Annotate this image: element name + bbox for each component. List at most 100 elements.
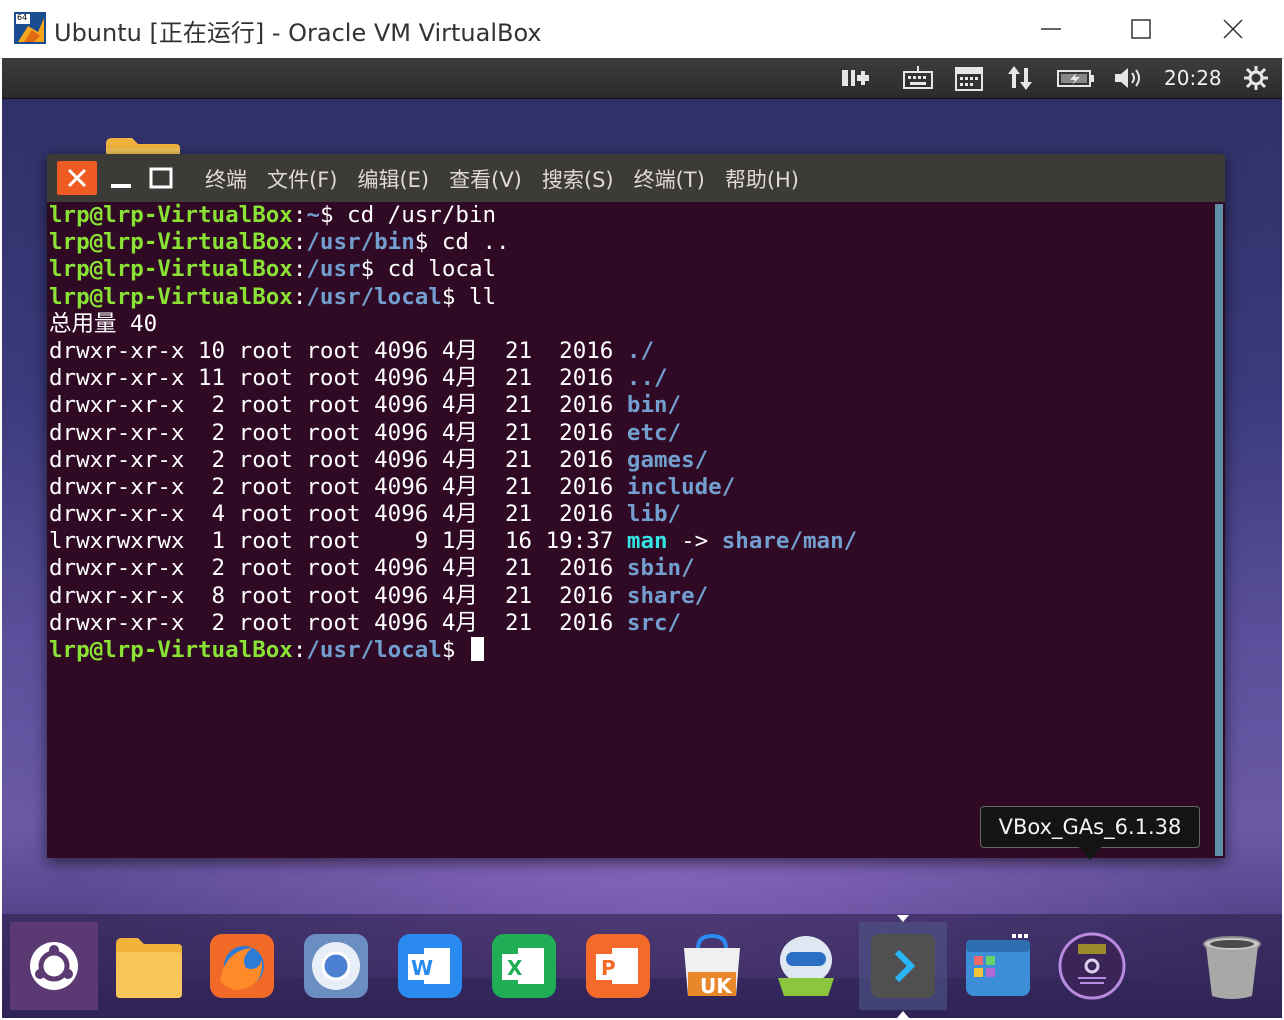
terminal-line: drwxr-xr-x 2 root root 4096 4月 21 2016 i… <box>49 474 1209 501</box>
svg-text:X: X <box>507 956 523 980</box>
terminal-line: drwxr-xr-x 10 root root 4096 4月 21 2016 … <box>49 338 1209 365</box>
prompt-symbol: $ <box>414 229 429 256</box>
dock-tooltip: VBox_GAs_6.1.38 <box>980 806 1200 848</box>
terminal-line: drwxr-xr-x 2 root root 4096 4月 21 2016 s… <box>49 555 1209 582</box>
menu-terminal[interactable]: 终端(T) <box>634 164 705 194</box>
prompt-sep: : <box>292 229 307 256</box>
wps-presentation-icon[interactable]: P <box>574 922 662 1010</box>
terminal-line: lrp@lrp-VirtualBox:/usr$ cd local <box>49 256 1209 283</box>
trash-icon[interactable] <box>1188 922 1276 1010</box>
terminal-scrollbar[interactable] <box>1215 204 1223 856</box>
terminal-window[interactable]: 终端 文件(F) 编辑(E) 查看(V) 搜索(S) 终端(T) 帮助(H) l… <box>47 154 1225 858</box>
terminal-line: lrp@lrp-VirtualBox:/usr/bin$ cd .. <box>49 229 1209 256</box>
prompt-user: lrp@lrp-VirtualBox <box>49 202 293 228</box>
terminal-line: drwxr-xr-x 2 root root 4096 4月 21 2016 b… <box>49 392 1209 419</box>
menu-help[interactable]: 帮助(H) <box>725 164 799 194</box>
ls-meta: drwxr-xr-x 8 root root 4096 4月 21 2016 <box>49 582 627 609</box>
files-folder-icon[interactable] <box>104 922 192 1010</box>
icon-badge: 64 <box>17 13 28 22</box>
terminal-close-button[interactable] <box>57 161 97 195</box>
file-manager-icon[interactable] <box>954 922 1042 1010</box>
minimize-button[interactable] <box>1006 0 1096 58</box>
settings-gear-icon[interactable] <box>1242 64 1270 92</box>
ls-link-arrow: -> <box>667 528 722 555</box>
menu-app-terminal[interactable]: 终端 <box>205 164 247 194</box>
menu-file[interactable]: 文件(F) <box>267 164 337 194</box>
terminal-line: lrwxrwxrwx 1 root root 9 1月 16 19:37 man… <box>49 528 1209 555</box>
ls-dir-name: include/ <box>626 473 736 500</box>
ls-dir-name: share/ <box>626 582 709 609</box>
ls-meta: lrwxrwxrwx 1 root root 9 1月 16 19:37 <box>49 528 627 555</box>
prompt-path: /usr/local <box>306 637 442 663</box>
svg-text:W: W <box>411 956 433 980</box>
host-titlebar: 64 Ubuntu [正在运行] - Oracle VM VirtualBox <box>0 0 1284 59</box>
terminal-line: drwxr-xr-x 11 root root 4096 4月 21 2016 … <box>49 365 1209 392</box>
battery-icon[interactable] <box>1056 64 1096 92</box>
maximize-button[interactable] <box>1096 0 1186 58</box>
prompt-user: lrp@lrp-VirtualBox <box>49 637 293 663</box>
ls-dir-name: ./ <box>626 337 654 364</box>
wps-spreadsheet-icon[interactable]: X <box>480 922 568 1010</box>
terminal-icon[interactable] <box>859 922 947 1010</box>
command-text: cd /usr/bin <box>333 202 497 228</box>
menu-view[interactable]: 查看(V) <box>449 164 522 194</box>
active-indicator-bottom <box>897 1011 909 1018</box>
ls-dir-name: ../ <box>626 365 668 392</box>
dvd-disc-icon[interactable] <box>1048 922 1136 1010</box>
terminal-line: lrp@lrp-VirtualBox:/usr/local$ <box>49 637 1209 664</box>
command-text: ll <box>455 283 497 310</box>
calendar-icon[interactable] <box>954 64 984 92</box>
volume-icon[interactable] <box>1112 64 1146 92</box>
ubuntu-kylin-store-icon[interactable]: UK <box>668 922 756 1010</box>
terminal-minimize-button[interactable] <box>105 164 137 192</box>
prompt-user: lrp@lrp-VirtualBox <box>49 256 293 283</box>
menu-search[interactable]: 搜索(S) <box>542 164 614 194</box>
ls-meta: drwxr-xr-x 2 root root 4096 4月 21 2016 <box>49 419 627 446</box>
clock[interactable]: 20:28 <box>1164 66 1222 90</box>
ls-dir-name: bin/ <box>626 392 682 419</box>
prompt-path: /usr <box>306 256 361 283</box>
ls-dir-name: games/ <box>626 446 709 473</box>
software-updater-icon[interactable] <box>762 922 850 1010</box>
terminal-line: drwxr-xr-x 8 root root 4096 4月 21 2016 s… <box>49 583 1209 610</box>
ls-meta: drwxr-xr-x 2 root root 4096 4月 21 2016 <box>49 473 627 500</box>
chromium-icon[interactable] <box>292 922 380 1010</box>
prompt-symbol: $ <box>441 283 456 310</box>
terminal-line: lrp@lrp-VirtualBox:~$ cd /usr/bin <box>49 202 1209 229</box>
terminal-titlebar[interactable]: 终端 文件(F) 编辑(E) 查看(V) 搜索(S) 终端(T) 帮助(H) <box>47 154 1225 202</box>
ls-meta: drwxr-xr-x 2 root root 4096 4月 21 2016 <box>49 446 627 473</box>
terminal-output[interactable]: lrp@lrp-VirtualBox:~$ cd /usr/bin lrp@lrp… <box>49 202 1209 854</box>
menu-edit[interactable]: 编辑(E) <box>357 164 429 194</box>
terminal-line: 总用量 40 <box>49 311 1209 338</box>
ls-meta: drwxr-xr-x 11 root root 4096 4月 21 2016 <box>49 365 627 392</box>
ubuntu-dash-icon[interactable] <box>10 922 98 1010</box>
ls-meta: drwxr-xr-x 2 root root 4096 4月 21 2016 <box>49 555 627 582</box>
prompt-symbol: $ <box>319 202 334 228</box>
window-title: Ubuntu [正在运行] - Oracle VM VirtualBox <box>54 19 542 47</box>
terminal-line: drwxr-xr-x 4 root root 4096 4月 21 2016 l… <box>49 501 1209 528</box>
ls-meta: drwxr-xr-x 10 root root 4096 4月 21 2016 <box>49 337 627 364</box>
close-button[interactable] <box>1188 0 1278 58</box>
ls-dir-name: etc/ <box>626 419 682 446</box>
session-switch-icon[interactable] <box>840 64 872 92</box>
prompt-user: lrp@lrp-VirtualBox <box>49 283 293 310</box>
ls-meta: drwxr-xr-x 2 root root 4096 4月 21 2016 <box>49 609 627 636</box>
command-text: cd local <box>374 256 497 283</box>
prompt-sep: : <box>292 283 307 310</box>
prompt-symbol: $ <box>360 256 375 283</box>
ls-link-target: share/man/ <box>721 528 858 555</box>
ls-link-name: man <box>626 528 668 555</box>
prompt-sep: : <box>292 256 307 283</box>
terminal-maximize-button[interactable] <box>145 164 177 192</box>
firefox-icon[interactable] <box>198 922 286 1010</box>
terminal-line: drwxr-xr-x 2 root root 4096 4月 21 2016 e… <box>49 420 1209 447</box>
wps-writer-icon[interactable]: W <box>386 922 474 1010</box>
svg-text:P: P <box>601 956 616 980</box>
ls-dir-name: sbin/ <box>626 555 695 582</box>
keyboard-icon[interactable] <box>902 64 934 92</box>
terminal-line: drwxr-xr-x 2 root root 4096 4月 21 2016 g… <box>49 447 1209 474</box>
active-indicator-top <box>897 915 909 922</box>
prompt-sep: : <box>292 202 307 228</box>
network-arrows-icon[interactable] <box>1006 64 1034 92</box>
